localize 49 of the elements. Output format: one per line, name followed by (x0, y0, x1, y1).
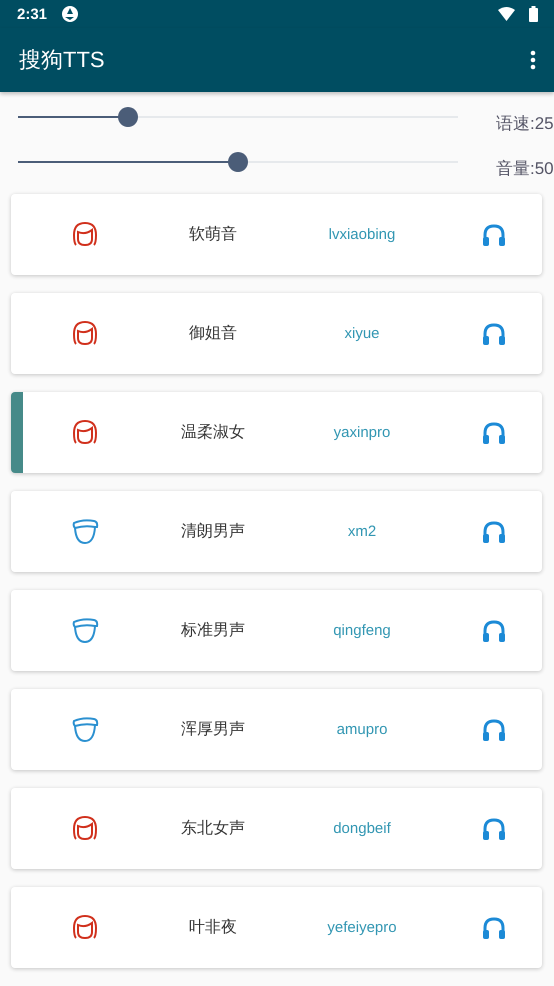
headphones-button[interactable] (482, 916, 506, 938)
voice-name: 叶非夜 (189, 918, 237, 938)
headphones-button[interactable] (482, 620, 506, 642)
voice-code: dongbeif (333, 820, 391, 837)
battery-icon (529, 6, 538, 22)
more-vertical-icon (530, 50, 536, 70)
slider-label: 语速:25 (496, 113, 554, 135)
woman-face-icon (72, 814, 98, 842)
voice-card[interactable]: 叶非夜 yefeiyepro (11, 887, 542, 968)
woman-face-icon (72, 320, 98, 348)
voice-code: lvxiaobing (328, 226, 396, 243)
voice-card[interactable]: 东北女声 dongbeif (11, 788, 542, 869)
man-face-icon (71, 716, 99, 742)
voice-code: yaxinpro (334, 424, 390, 441)
headphones-button[interactable] (482, 718, 506, 740)
woman-face-icon (72, 418, 98, 446)
voice-card[interactable]: 温柔淑女 yaxinpro (11, 392, 542, 473)
voice-card[interactable]: 浑厚男声 amupro (11, 689, 542, 770)
voice-card[interactable]: 御姐音 xiyue (11, 293, 542, 374)
slider-label: 音量:50 (496, 158, 554, 180)
woman-face-icon (72, 914, 98, 942)
voice-name: 御姐音 (189, 324, 237, 344)
voice-card[interactable]: 软萌音 lvxiaobing (11, 194, 542, 275)
slider-thumb[interactable] (118, 107, 138, 127)
voice-card[interactable]: 标准男声 qingfeng (11, 590, 542, 671)
voice-code: yefeiyepro (327, 919, 397, 936)
voice-code: amupro (336, 721, 388, 738)
voice-name: 清朗男声 (181, 522, 245, 542)
status-time: 2:31 (17, 6, 48, 22)
man-face-icon (71, 618, 99, 644)
voice-code: xiyue (344, 325, 380, 342)
headphones-button[interactable] (482, 818, 506, 840)
slider-thumb[interactable] (228, 152, 248, 172)
voice-name: 标准男声 (181, 620, 245, 641)
voice-name: 软萌音 (189, 224, 237, 245)
wifi-icon (498, 7, 515, 21)
app-title: 搜狗TTS (19, 46, 106, 74)
voice-name: 东北女声 (181, 818, 245, 839)
man-face-icon (71, 518, 99, 544)
headphones-button[interactable] (482, 520, 506, 542)
voice-name: 浑厚男声 (181, 720, 245, 740)
voice-code: xm2 (348, 523, 376, 540)
headphones-button[interactable] (482, 422, 506, 444)
voice-code: qingfeng (333, 622, 391, 639)
woman-face-icon (72, 220, 98, 248)
voice-card[interactable]: 清朗男声 xm2 (11, 491, 542, 572)
voice-name: 温柔淑女 (181, 422, 245, 443)
headphones-button[interactable] (482, 224, 506, 246)
headphones-button[interactable] (482, 322, 506, 344)
